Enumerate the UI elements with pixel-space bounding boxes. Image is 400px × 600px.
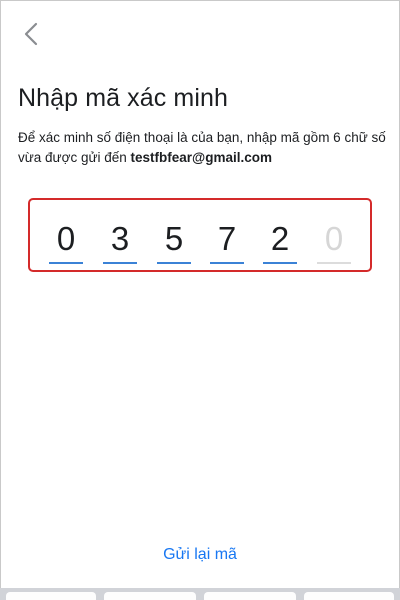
- code-digit-3[interactable]: 5: [157, 220, 191, 264]
- keyboard-top-edge: [0, 588, 400, 600]
- keyboard-key[interactable]: [204, 592, 296, 600]
- code-digit-value: 2: [270, 220, 290, 257]
- code-digit-6[interactable]: 0: [317, 220, 351, 264]
- recipient-email: testfbfear@gmail.com: [130, 150, 272, 165]
- keyboard-key[interactable]: [104, 592, 196, 600]
- code-digit-underline: [263, 262, 297, 264]
- code-digit-5[interactable]: 2: [263, 220, 297, 264]
- code-digit-value: 5: [164, 220, 184, 257]
- code-digit-placeholder: 0: [324, 220, 344, 257]
- code-digit-value: 3: [110, 220, 130, 257]
- code-digit-underline: [210, 262, 244, 264]
- keyboard-key[interactable]: [6, 592, 96, 600]
- code-digit-1[interactable]: 0: [49, 220, 83, 264]
- code-digit-2[interactable]: 3: [103, 220, 137, 264]
- code-digit-underline: [157, 262, 191, 264]
- resend-code-link[interactable]: Gửi lại mã: [0, 546, 400, 564]
- back-button[interactable]: [18, 20, 46, 48]
- code-digit-underline: [103, 262, 137, 264]
- instruction-text: Để xác minh số điện thoại là của bạn, nh…: [18, 128, 388, 168]
- page-title: Nhập mã xác minh: [18, 84, 229, 112]
- code-digit-value: 7: [217, 220, 237, 257]
- code-digit-underline: [49, 262, 83, 264]
- keyboard-key[interactable]: [304, 592, 394, 600]
- code-digit-value: 0: [56, 220, 76, 257]
- code-input-group: 0 3 5 7 2 0: [28, 198, 372, 272]
- code-digit-underline: [317, 262, 351, 264]
- chevron-left-icon: [24, 22, 38, 46]
- code-digit-4[interactable]: 7: [210, 220, 244, 264]
